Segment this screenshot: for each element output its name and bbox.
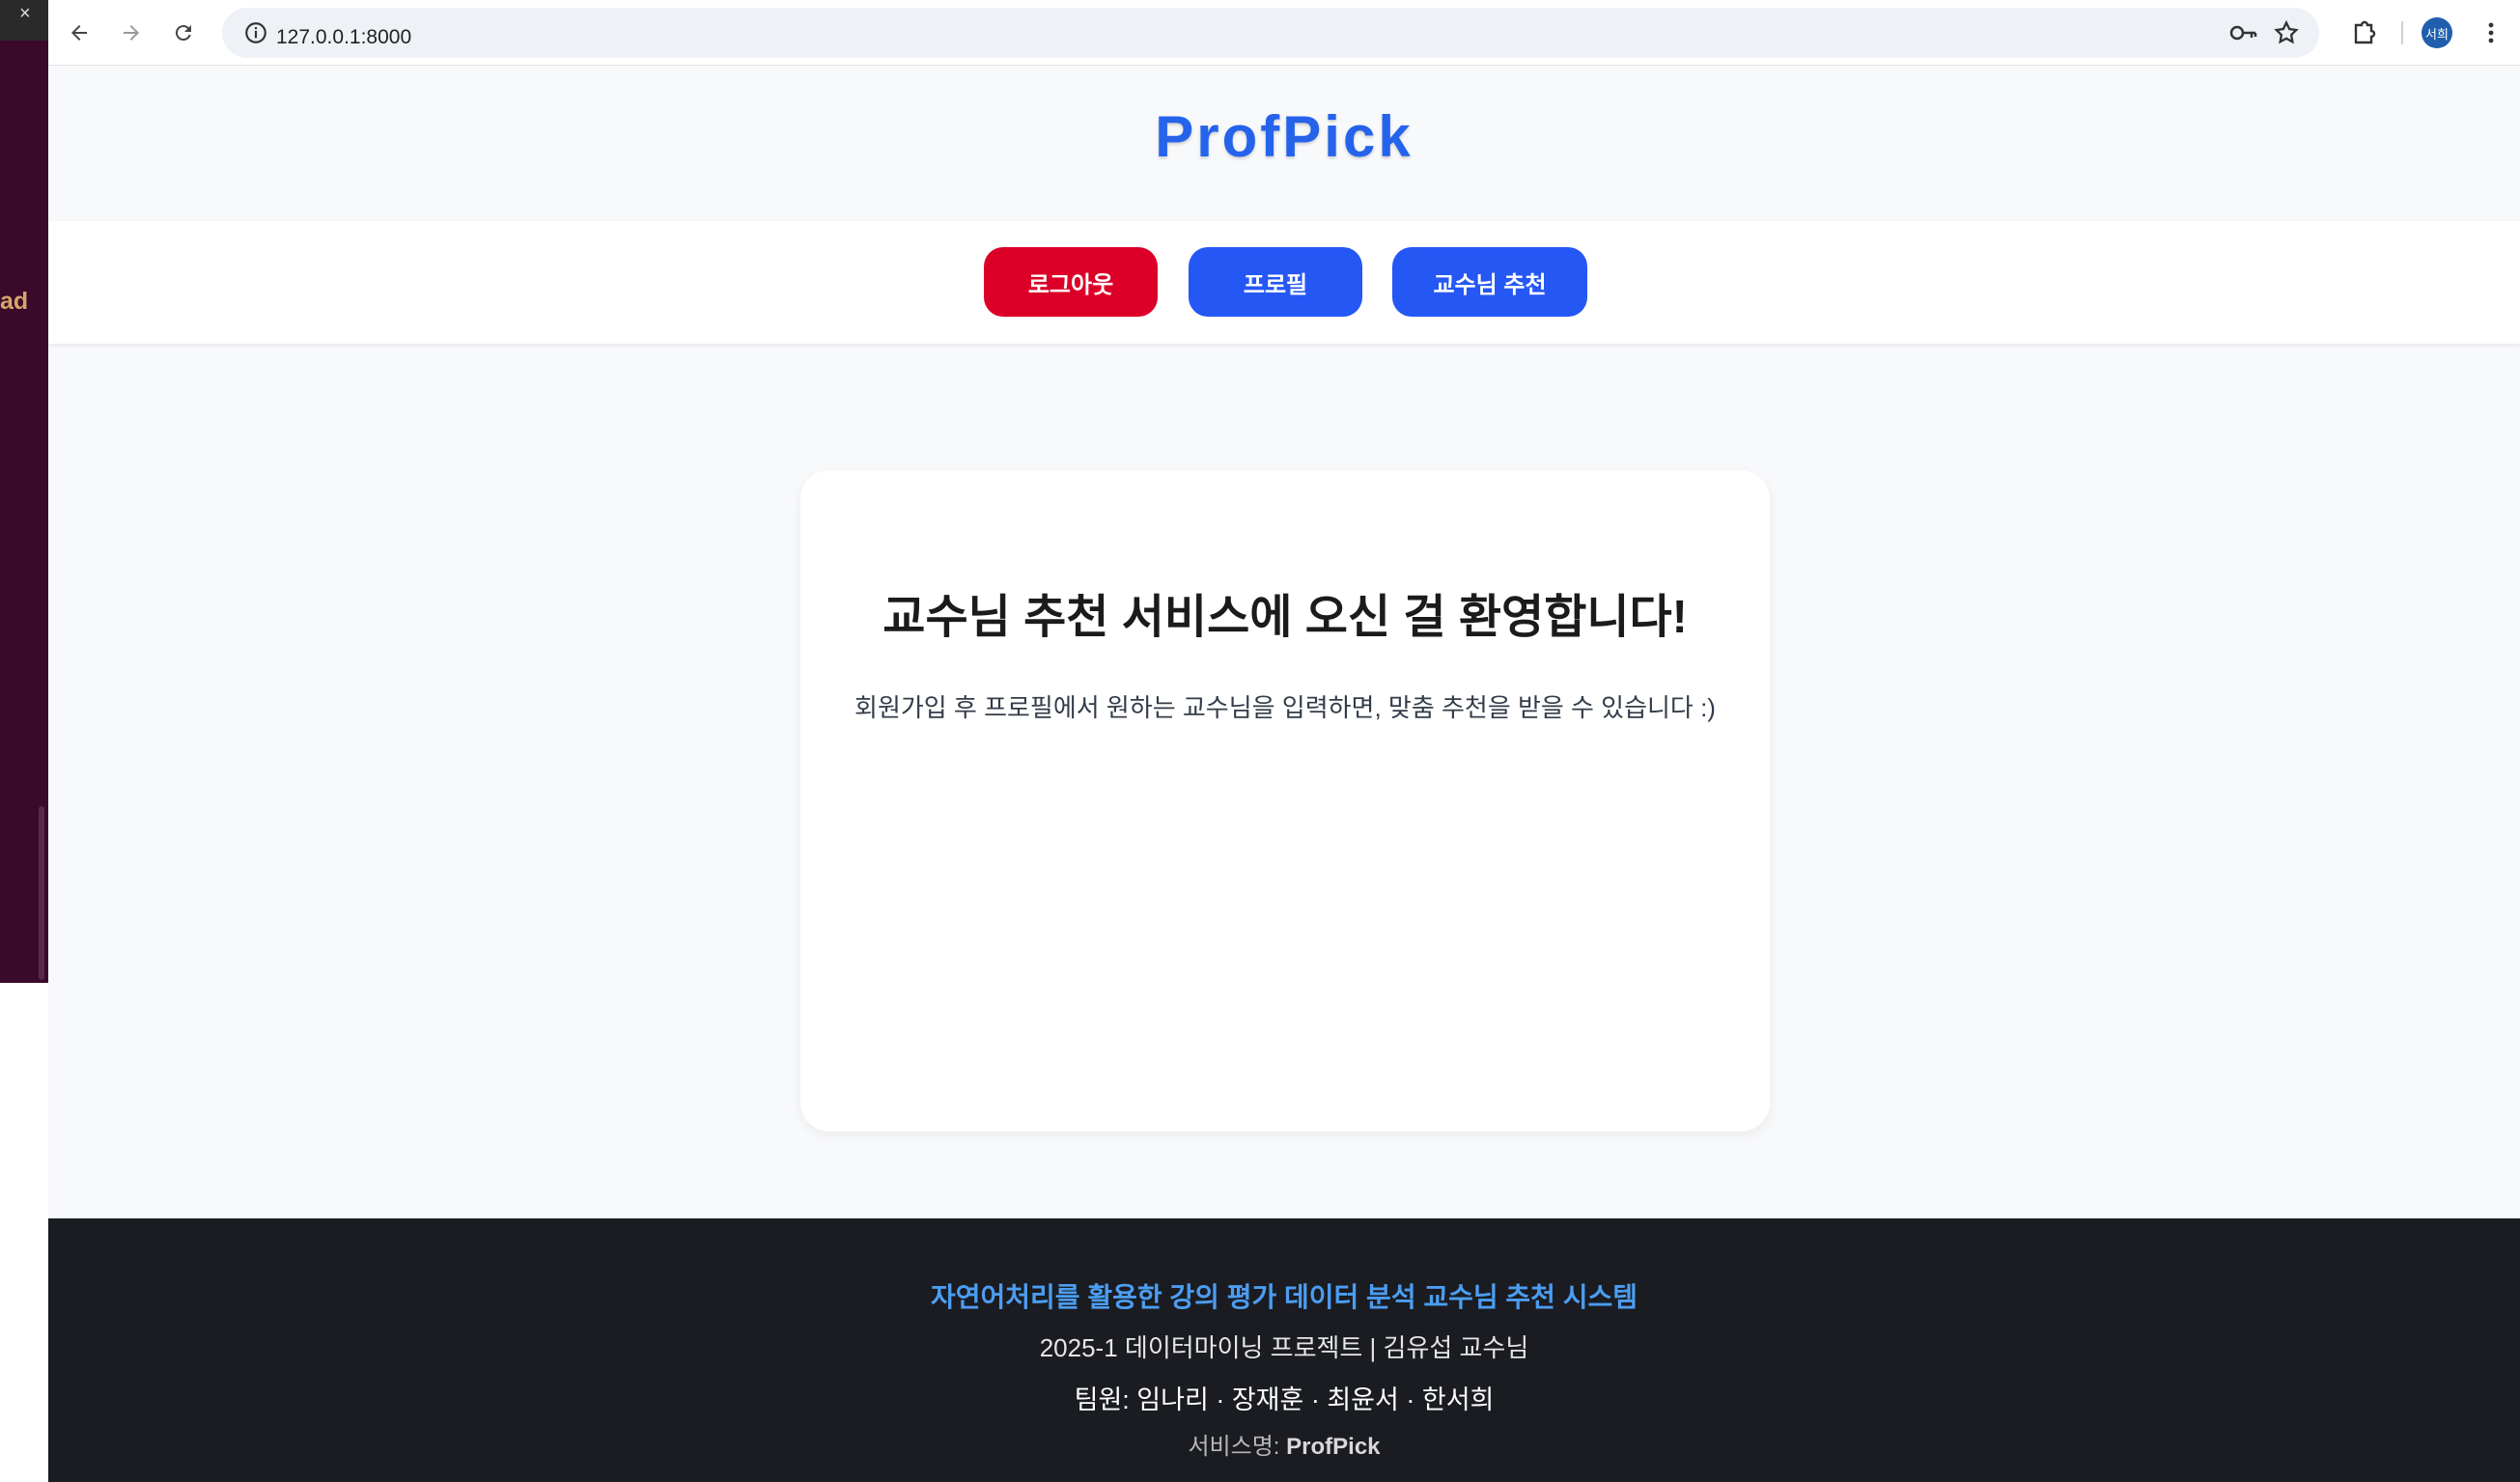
welcome-card: 교수님 추천 서비스에 오신 걸 환영합니다! 회원가입 후 프로필에서 원하는… — [800, 470, 1770, 1132]
welcome-title: 교수님 추천 서비스에 오신 걸 환영합니다! — [882, 592, 1688, 643]
footer-course-line: 2025-1 데이터마이닝 프로젝트 | 김유섭 교수님 — [1039, 1333, 1529, 1362]
background-scrollbar[interactable] — [39, 806, 44, 980]
site-logo[interactable]: ProfPick — [48, 103, 2520, 170]
extensions-icon[interactable] — [2344, 14, 2383, 52]
profile-avatar[interactable]: 서희 — [2422, 17, 2452, 48]
back-arrow-icon[interactable] — [60, 14, 98, 52]
footer-team-line: 팀원: 임나리 · 장재훈 · 최윤서 · 한서희 — [1074, 1385, 1495, 1414]
background-window-titlebar: × — [0, 0, 48, 41]
url-text[interactable]: 127.0.0.1:8000 — [276, 26, 411, 49]
kebab-menu-icon[interactable] — [2472, 14, 2510, 52]
info-icon[interactable] — [243, 20, 268, 45]
web-page: ProfPick 로그아웃 프로필 교수님 추천 교수님 추천 서비스에 오신 … — [48, 67, 2520, 1482]
background-window-text: ad — [0, 288, 29, 315]
browser-toolbar: 127.0.0.1:8000 서희 — [48, 0, 2520, 66]
nav-bar: 로그아웃 프로필 교수님 추천 — [48, 221, 2520, 344]
close-icon[interactable]: × — [19, 4, 31, 23]
footer-service-label: 서비스명: — [1188, 1434, 1280, 1460]
reload-icon[interactable] — [164, 14, 203, 52]
footer-project-title: 자연어처리를 활용한 강의 평가 데이터 분석 교수님 추천 시스템 — [931, 1282, 1638, 1312]
bookmark-star-icon[interactable] — [2273, 19, 2300, 46]
recommend-professor-button[interactable]: 교수님 추천 — [1392, 247, 1587, 317]
logout-button[interactable]: 로그아웃 — [984, 247, 1158, 317]
toolbar-divider — [2401, 21, 2403, 44]
site-header: ProfPick — [48, 67, 2520, 221]
profile-button[interactable]: 프로필 — [1189, 247, 1362, 317]
site-footer: 자연어처리를 활용한 강의 평가 데이터 분석 교수님 추천 시스템 2025-… — [48, 1218, 2520, 1482]
address-bar[interactable]: 127.0.0.1:8000 — [222, 8, 2319, 58]
forward-arrow-icon[interactable] — [112, 14, 151, 52]
footer-service-line: 서비스명: ProfPick — [48, 1427, 2520, 1461]
background-window: × ad — [0, 0, 48, 983]
browser-window: 127.0.0.1:8000 서희 ProfPick 로그아웃 프로필 교수님 … — [48, 0, 2520, 1482]
password-key-icon[interactable] — [2228, 19, 2257, 46]
footer-service-name: ProfPick — [1286, 1434, 1381, 1460]
welcome-text: 회원가입 후 프로필에서 원하는 교수님을 입력하면, 맞춤 추천을 받을 수 … — [854, 693, 1716, 722]
